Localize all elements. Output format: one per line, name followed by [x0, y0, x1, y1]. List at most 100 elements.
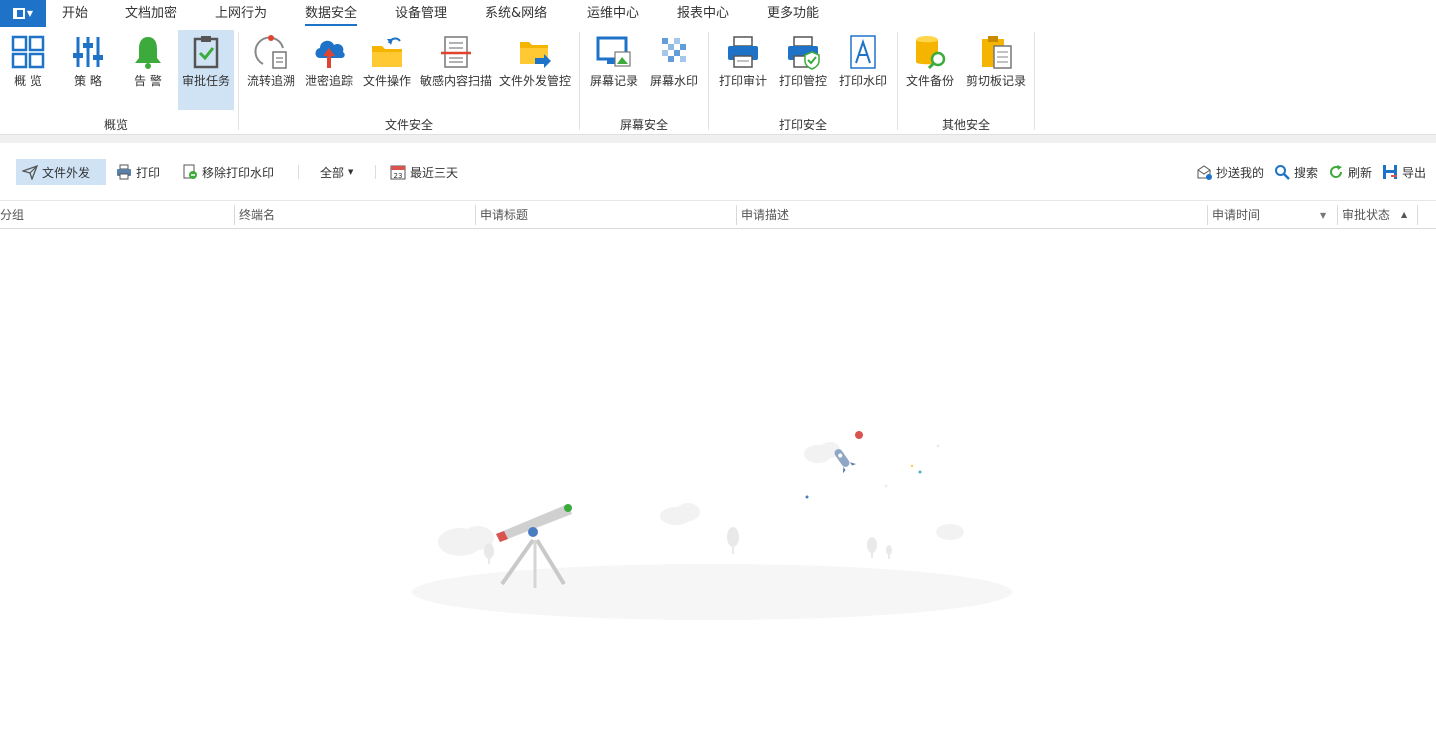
- column-header-terminal-name[interactable]: 终端名: [235, 202, 275, 228]
- remove-print-watermark-label: 移除打印水印: [202, 165, 275, 180]
- search-icon: [1275, 165, 1290, 180]
- database-search-icon: [916, 36, 946, 70]
- remove-print-watermark-button[interactable]: 移除打印水印: [176, 159, 280, 185]
- ribbon-policy-button[interactable]: 策 略: [64, 30, 112, 110]
- refresh-label: 刷新: [1348, 165, 1373, 180]
- send-out-file-label: 文件外发: [42, 165, 91, 180]
- filter-all-label: 全部: [320, 165, 345, 180]
- tab-start[interactable]: 开始: [62, 5, 88, 23]
- group-separator: [1034, 32, 1035, 130]
- ribbon-file-operation-button[interactable]: 文件操作: [360, 30, 414, 110]
- ribbon-file-outgoing-control-label: 文件外发管控: [498, 74, 571, 88]
- sliders-icon: [73, 37, 103, 67]
- cc-me-label: 抄送我的: [1216, 165, 1265, 180]
- dot-decoration: [910, 464, 914, 468]
- tab-doc-encryption[interactable]: 文档加密: [125, 5, 177, 23]
- document-scan-icon: [441, 36, 471, 68]
- refresh-button[interactable]: 刷新: [1322, 159, 1378, 185]
- clipboard-check-icon: [193, 36, 219, 69]
- ribbon-policy-label: 策 略: [74, 74, 102, 88]
- ribbon-print-watermark-button[interactable]: 打印水印: [835, 30, 891, 110]
- ribbon-print-audit-label: 打印审计: [718, 74, 767, 88]
- send-out-file-button[interactable]: 文件外发: [16, 159, 106, 185]
- mail-cc-icon: [1197, 165, 1212, 180]
- clipboard-icon: [982, 36, 1012, 69]
- ribbon-screen-record-label: 屏幕记录: [589, 74, 638, 88]
- column-header-group[interactable]: 分组: [0, 202, 24, 228]
- folder-icon: [372, 37, 402, 67]
- group-label-other-security: 其他安全: [941, 118, 990, 132]
- group-label-print-security: 打印安全: [778, 118, 827, 132]
- ribbon-file-outgoing-control-button[interactable]: 文件外发管控: [497, 30, 573, 110]
- ribbon-print-audit-button[interactable]: 打印审计: [715, 30, 771, 110]
- monitor-image-icon: [596, 36, 631, 67]
- ribbon-overview-label: 概 览: [14, 74, 42, 88]
- sort-dropdown-icon[interactable]: ▼: [1320, 211, 1326, 220]
- ribbon-approval-task-label: 审批任务: [181, 74, 230, 88]
- filter-all-dropdown[interactable]: 全部 ▼: [314, 159, 359, 185]
- app-menu-icon: [12, 8, 25, 19]
- date-range-button[interactable]: 23 最近三天: [384, 159, 464, 185]
- save-export-icon: [1383, 165, 1397, 179]
- ribbon-sensitive-scan-button[interactable]: 敏感内容扫描: [418, 30, 494, 110]
- ribbon-print-control-label: 打印管控: [778, 74, 827, 88]
- cc-me-button[interactable]: 抄送我的: [1190, 159, 1270, 185]
- chevron-down-icon: ▼: [348, 168, 354, 176]
- dot-decoration: [936, 444, 940, 448]
- tab-data-security[interactable]: 数据安全: [305, 5, 358, 26]
- ribbon-clipboard-record-label: 剪切板记录: [965, 74, 1026, 88]
- document-remove-icon: [183, 164, 197, 179]
- column-divider[interactable]: [1417, 205, 1418, 225]
- tab-more-features[interactable]: 更多功能: [767, 5, 819, 23]
- ribbon-alert-label: 告 警: [134, 74, 162, 88]
- export-label: 导出: [1402, 165, 1427, 180]
- search-button[interactable]: 搜索: [1268, 159, 1324, 185]
- export-button[interactable]: 导出: [1376, 159, 1432, 185]
- app-menu-button[interactable]: ▼: [0, 0, 46, 27]
- printer-icon: [728, 36, 758, 68]
- toolbar-separator: [375, 165, 376, 179]
- dot-decoration: [805, 495, 809, 499]
- tab-ops-center[interactable]: 运维中心: [587, 5, 639, 23]
- dot-decoration: [918, 470, 922, 474]
- ribbon-flow-trace-button[interactable]: 流转追溯: [244, 30, 298, 110]
- document-letter-icon: [850, 35, 876, 69]
- ribbon-file-backup-button[interactable]: 文件备份: [903, 30, 957, 110]
- column-header-request-time[interactable]: 申请时间: [1208, 202, 1260, 228]
- search-label: 搜索: [1294, 165, 1319, 180]
- date-range-label: 最近三天: [410, 165, 459, 180]
- ribbon-screen-record-button[interactable]: 屏幕记录: [586, 30, 642, 110]
- sort-ascending-icon[interactable]: ▲: [1401, 210, 1407, 219]
- table-header: 分组 终端名 申请标题 申请描述 申请时间 ▼ 审批状态 ▲: [0, 202, 1436, 229]
- printer-icon: [117, 164, 131, 180]
- tree-icon: [484, 527, 892, 564]
- telescope-icon: [496, 504, 572, 588]
- ribbon-screen-watermark-button[interactable]: 屏幕水印: [646, 30, 702, 110]
- ribbon-overview-button[interactable]: 概 览: [4, 30, 52, 110]
- tab-device-management[interactable]: 设备管理: [395, 5, 447, 23]
- group-label-overview: 概览: [103, 118, 128, 132]
- tab-report-center[interactable]: 报表中心: [677, 5, 729, 23]
- svg-text:23: 23: [394, 172, 403, 180]
- ribbon-print-control-button[interactable]: 打印管控: [775, 30, 831, 110]
- print-button[interactable]: 打印: [110, 159, 166, 185]
- ribbon-approval-task-button[interactable]: 审批任务: [178, 30, 234, 110]
- cloud-icon: [804, 442, 840, 463]
- bell-icon: [135, 37, 161, 69]
- ribbon-file-operation-label: 文件操作: [362, 74, 411, 88]
- tab-web-behavior[interactable]: 上网行为: [215, 5, 267, 23]
- ribbon-file-backup-label: 文件备份: [905, 74, 954, 88]
- tab-system-network[interactable]: 系统&网络: [485, 5, 547, 23]
- refresh-icon: [1330, 165, 1343, 178]
- print-label: 打印: [136, 165, 161, 180]
- column-header-request-title[interactable]: 申请标题: [476, 202, 528, 228]
- trace-icon: [254, 35, 287, 69]
- ribbon-clipboard-record-button[interactable]: 剪切板记录: [963, 30, 1029, 110]
- ribbon-alert-button[interactable]: 告 警: [124, 30, 172, 110]
- ribbon-leak-trace-button[interactable]: 泄密追踪: [302, 30, 356, 110]
- ribbon-sensitive-scan-label: 敏感内容扫描: [419, 74, 492, 88]
- column-header-approval-status[interactable]: 审批状态: [1338, 202, 1390, 228]
- column-header-request-description[interactable]: 申请描述: [737, 202, 789, 228]
- grid-icon: [11, 35, 45, 69]
- watermark-pattern-icon: [662, 38, 686, 62]
